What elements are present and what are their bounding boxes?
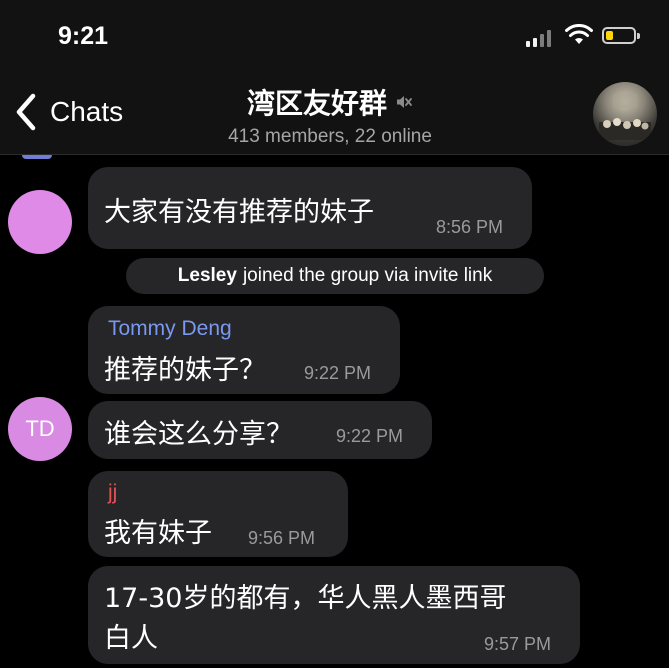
back-label: Chats (50, 96, 124, 127)
message-time: 8:56 PM (436, 217, 504, 237)
chat-title: 湾区友好群 (246, 87, 387, 120)
message-bubble[interactable]: 17-30岁的都有，华人黑人墨西哥 白人 9:57 PM (88, 566, 580, 664)
mute-icon (397, 96, 412, 108)
avatar[interactable]: TD (8, 397, 72, 461)
chat-header: Chats 湾区友好群 413 members, 22 online (0, 74, 669, 155)
group-avatar[interactable] (593, 82, 657, 146)
battery-low-icon (602, 27, 640, 44)
message-text-line-2: 白人 (104, 623, 158, 654)
status-bar: 9:21 (0, 0, 669, 74)
sender-name: Tommy Deng (108, 317, 232, 340)
message-text-line-1: 17-30岁的都有，华人黑人墨西哥 (104, 583, 507, 614)
message-bubble[interactable]: 大家有没有推荐的妹子 8:56 PM (88, 167, 532, 249)
message-bubble[interactable]: Tommy Deng 推荐的妹子？ 9:22 PM (88, 306, 400, 394)
message-time: 9:57 PM (484, 634, 552, 654)
message-bubble[interactable]: 谁会这么分享？ 9:22 PM (88, 401, 432, 459)
message-time: 9:22 PM (336, 426, 404, 446)
message-text: 我有妹子 (104, 518, 212, 549)
message-text: 推荐的妹子？ (104, 355, 266, 386)
service-text: joined the group via invite link (242, 265, 493, 286)
scroll-edge-indicator (22, 155, 52, 159)
chat-title-area[interactable]: 湾区友好群 413 members, 22 online (180, 82, 480, 148)
group-photo-icon (599, 94, 651, 140)
chevron-left-icon (16, 93, 36, 131)
avatar[interactable] (8, 190, 72, 254)
member-count: 413 members, 22 online (228, 126, 432, 147)
avatar-initials: TD (25, 416, 55, 441)
message-text: 谁会这么分享？ (104, 419, 293, 450)
message-text: 大家有没有推荐的妹子 (104, 197, 374, 228)
signal-bars-icon (526, 30, 552, 47)
status-time: 9:21 (58, 22, 109, 50)
message-bubble[interactable]: jj 我有妹子 9:56 PM (88, 471, 348, 557)
message-list[interactable]: 大家有没有推荐的妹子 8:56 PM Lesley joined the gro… (0, 155, 669, 668)
service-user-name: Lesley (177, 265, 237, 286)
sender-name: jj (108, 481, 118, 504)
back-button[interactable]: Chats (14, 92, 123, 132)
wifi-icon (565, 24, 593, 44)
service-message: Lesley joined the group via invite link (126, 258, 544, 294)
message-time: 9:22 PM (304, 363, 372, 383)
message-time: 9:56 PM (248, 528, 316, 548)
